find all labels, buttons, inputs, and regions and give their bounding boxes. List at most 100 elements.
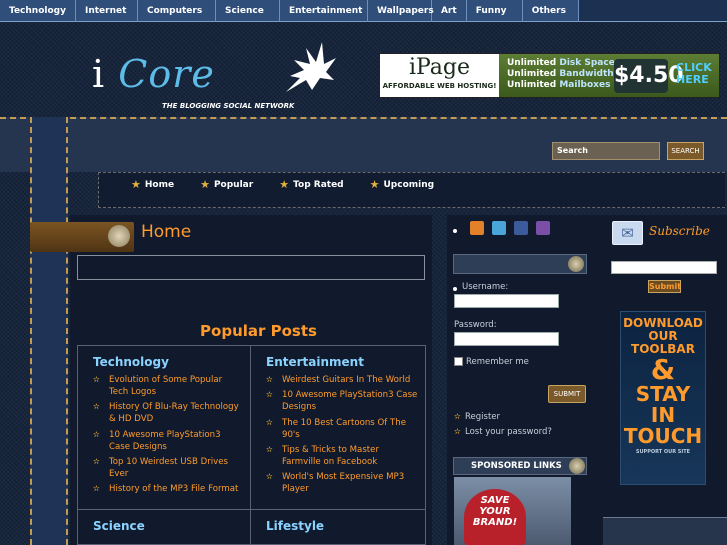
yahoo-icon[interactable] xyxy=(536,221,550,235)
list-item[interactable]: ✫ 10 Awesome PlayStation3 Case Designs xyxy=(93,429,244,453)
remember-me-checkbox[interactable] xyxy=(454,357,463,366)
ipage-ad-brand-panel: iPage AFFORDABLE WEB HOSTING! xyxy=(380,54,499,97)
sponsored-links-header: SPONSORED LINKS xyxy=(453,457,587,475)
post-link[interactable]: History Of Blu-Ray Technology & HD DVD xyxy=(109,402,239,424)
star-icon: ✫ xyxy=(93,429,100,439)
ipage-ad[interactable]: iPage AFFORDABLE WEB HOSTING! Unlimited … xyxy=(379,53,720,98)
list-item[interactable]: ✫ World's Most Expensive MP3 Player xyxy=(266,471,420,495)
post-link[interactable]: 10 Awesome PlayStation3 Case Designs xyxy=(109,430,221,452)
top-nav-science[interactable]: Science xyxy=(216,0,280,22)
subscribe-mail-icon: ✉ xyxy=(612,221,643,245)
login-header-band xyxy=(453,254,587,274)
sponsored-links-label: SPONSORED LINKS xyxy=(471,461,562,471)
subscribe-title: Subscribe xyxy=(649,224,710,238)
toolbar-ad-line2: STAY IN TOUCH xyxy=(623,382,703,448)
star-icon: ✫ xyxy=(93,375,100,384)
ipage-line2-a: Unlimited xyxy=(507,69,557,79)
rss-feed-icon[interactable] xyxy=(470,221,484,235)
post-link[interactable]: Tips & Tricks to Master Farmville on Fac… xyxy=(282,445,379,467)
post-link[interactable]: Top 10 Weirdest USB Drives Ever xyxy=(109,457,228,479)
top-nav-entertainment[interactable]: Entertainment xyxy=(280,0,368,22)
password-field[interactable] xyxy=(454,332,559,346)
category-entertainment: Entertainment ✫ Weirdest Guitars In The W… xyxy=(251,346,426,510)
top-nav-others[interactable]: Others xyxy=(523,0,579,22)
logo-core: Core xyxy=(118,52,215,96)
home-tab-leather xyxy=(30,222,134,252)
main-nav-home-label: Home xyxy=(144,180,175,190)
toolbar-ad-line1: DOWNLOAD OUR TOOLBAR xyxy=(623,316,703,356)
star-icon: ✫ xyxy=(266,444,273,454)
remember-me-label: Remember me xyxy=(466,357,529,367)
ipage-brand: iPage xyxy=(408,55,471,80)
ipage-line3-b: Mailboxes xyxy=(559,80,611,90)
star-icon: ✫ xyxy=(266,390,273,400)
ipage-line2-b: Bandwidth xyxy=(559,69,614,79)
ipage-line3-a: Unlimited xyxy=(507,80,557,90)
star-icon: ✫ xyxy=(266,417,273,427)
bottom-widget-bar xyxy=(603,517,727,545)
register-link[interactable]: ✫ Register xyxy=(454,412,500,422)
top-nav-wallpapers[interactable]: Wallpapers xyxy=(368,0,434,22)
toolbar-ad-amp: & xyxy=(650,353,676,386)
category-title[interactable]: Entertainment xyxy=(251,346,426,374)
star-icon: ★ xyxy=(200,178,210,191)
left-rail xyxy=(30,117,68,545)
lost-password-link[interactable]: ✫ Lost your password? xyxy=(454,427,552,437)
subscribe-submit-button[interactable]: Submit xyxy=(648,280,681,293)
main-nav-top-rated[interactable]: ★ Top Rated xyxy=(279,173,343,207)
post-link[interactable]: 10 Awesome PlayStation3 Case Designs xyxy=(282,390,417,412)
save-your-brand-ad[interactable]: SAVE YOUR BRAND! xyxy=(454,477,571,545)
username-field[interactable] xyxy=(454,294,559,308)
lost-password-label: Lost your password? xyxy=(465,427,552,437)
post-link[interactable]: Weirdest Guitars In The World xyxy=(282,375,410,385)
category-title[interactable]: Science xyxy=(78,510,250,538)
post-link[interactable]: Evolution of Some Popular Tech Logos xyxy=(109,375,222,397)
post-link[interactable]: World's Most Expensive MP3 Player xyxy=(282,472,404,494)
list-item[interactable]: ✫ The 10 Best Cartoons Of The 90's xyxy=(266,417,420,441)
top-nav-funny[interactable]: Funny xyxy=(467,0,523,22)
login-submit-button[interactable]: SUBMIT xyxy=(548,385,586,403)
main-nav-upcoming[interactable]: ★ Upcoming xyxy=(370,173,434,207)
register-label: Register xyxy=(465,412,500,422)
top-nav-art[interactable]: Art xyxy=(432,0,467,22)
list-item[interactable]: ✫ Weirdest Guitars In The World xyxy=(266,374,420,386)
search-button[interactable]: SEARCH xyxy=(667,142,704,160)
top-nav-computers[interactable]: Computers xyxy=(138,0,216,22)
list-item[interactable]: ✫ History of the MP3 File Format xyxy=(93,483,244,495)
star-icon: ✫ xyxy=(93,456,100,466)
subscribe-email-field[interactable] xyxy=(611,261,717,274)
bullet-icon xyxy=(453,229,457,233)
post-list: ✫ Evolution of Some Popular Tech Logos ✫ H… xyxy=(78,374,250,495)
ipage-line1-b: Disk Space xyxy=(559,58,615,68)
category-title[interactable]: Technology xyxy=(78,346,250,374)
star-icon: ✫ xyxy=(93,402,100,412)
category-lifestyle: Lifestyle xyxy=(251,510,426,545)
main-nav-home[interactable]: ★ Home xyxy=(131,173,174,207)
site-logo[interactable]: i Core xyxy=(92,52,215,96)
list-item[interactable]: ✫ Top 10 Weirdest USB Drives Ever xyxy=(93,456,244,480)
toolbar-ad-line3: SUPPORT OUR SITE xyxy=(635,449,691,455)
star-icon: ✫ xyxy=(454,427,461,436)
category-title[interactable]: Lifestyle xyxy=(251,510,426,538)
post-link[interactable]: The 10 Best Cartoons Of The 90's xyxy=(282,418,406,440)
list-item[interactable]: ✫ Evolution of Some Popular Tech Logos xyxy=(93,374,244,398)
top-nav-internet[interactable]: Internet xyxy=(76,0,138,22)
main-nav-popular-label: Popular xyxy=(213,180,254,190)
star-icon: ✫ xyxy=(454,412,461,421)
post-link[interactable]: History of the MP3 File Format xyxy=(109,484,238,494)
ipage-click-here[interactable]: CLICK HERE xyxy=(676,62,719,86)
page-title: Home xyxy=(141,222,192,242)
facebook-icon[interactable] xyxy=(514,221,528,235)
bullet-icon xyxy=(453,287,457,291)
list-item[interactable]: ✫ 10 Awesome PlayStation3 Case Designs xyxy=(266,389,420,413)
main-nav-upcoming-label: Upcoming xyxy=(383,180,435,190)
header: i Core THE BLOGGING SOCIAL NETWORK iPage… xyxy=(0,22,727,117)
toolbar-ad[interactable]: DOWNLOAD OUR TOOLBAR & STAY IN TOUCH SUP… xyxy=(620,311,706,485)
ipage-line1-a: Unlimited xyxy=(507,58,557,68)
list-item[interactable]: ✫ History Of Blu-Ray Technology & HD DVD xyxy=(93,401,244,425)
search-input[interactable]: Search xyxy=(552,142,660,160)
twitter-icon[interactable] xyxy=(492,221,506,235)
top-nav-technology[interactable]: Technology xyxy=(0,0,76,22)
main-nav-popular[interactable]: ★ Popular xyxy=(200,173,253,207)
list-item[interactable]: ✫ Tips & Tricks to Master Farmville on Fa… xyxy=(266,444,420,468)
